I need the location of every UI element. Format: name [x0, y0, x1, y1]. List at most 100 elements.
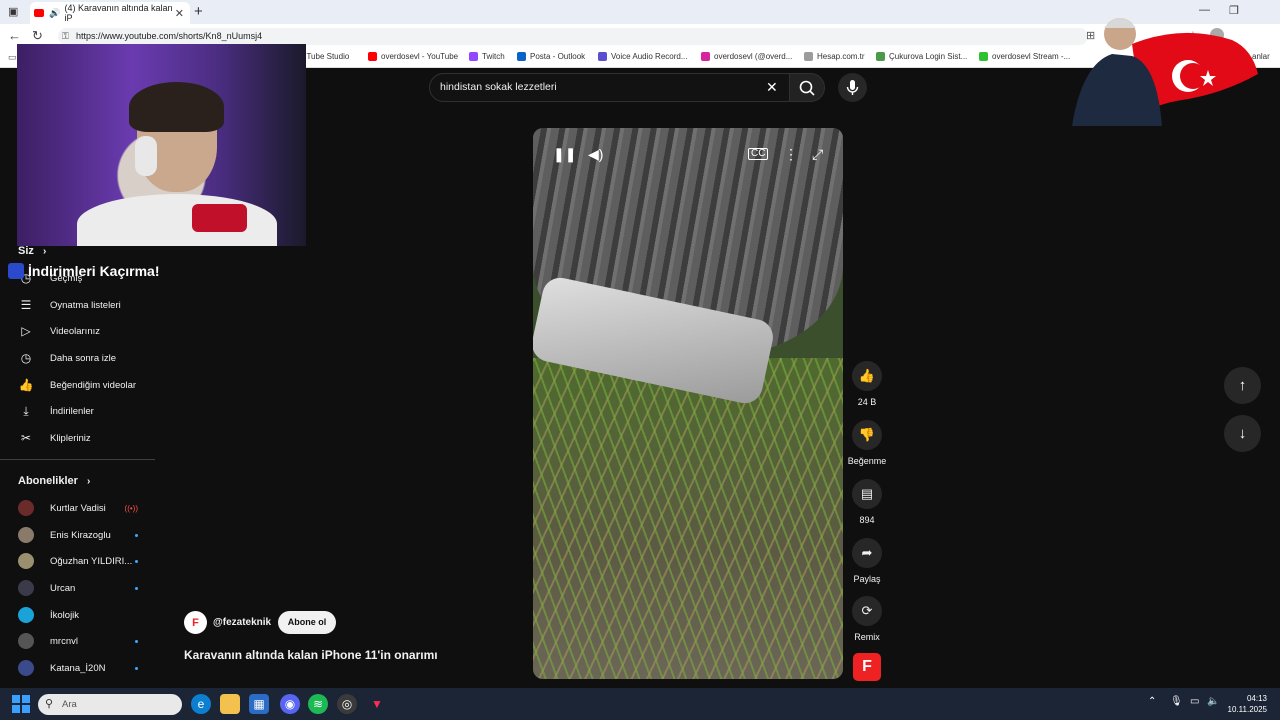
subscription-item[interactable]: Katana_İ20N	[18, 660, 138, 676]
search-input[interactable]: hindistan sokak lezzetleri	[429, 73, 790, 102]
banner-logo-icon	[8, 263, 24, 279]
arrow-down-icon: ↓	[1238, 425, 1247, 442]
like-count: 24 B	[857, 397, 877, 407]
fullscreen-icon[interactable]: ⤢	[812, 146, 823, 163]
liked-icon: 👍	[18, 378, 34, 392]
previous-video-button[interactable]: ↑	[1224, 367, 1261, 404]
search-button[interactable]	[789, 73, 825, 102]
dislike-label: Beğenme	[847, 456, 887, 466]
stream-banner: İndirimleri Kaçırma!	[8, 263, 160, 279]
channel-avatar[interactable]: F	[853, 653, 881, 681]
reload-icon[interactable]: ↻	[32, 28, 43, 44]
tray-mic-icon[interactable]: 🎙	[1170, 696, 1183, 707]
video-title[interactable]: Karavanın altında kalan iPhone 11'in ona…	[184, 648, 438, 662]
flag-overlay-image	[1062, 4, 1260, 126]
dislike-button[interactable]: 👎 Beğenme	[848, 420, 886, 466]
subscriptions-section-link[interactable]: Abonelikler ›	[18, 475, 90, 487]
captions-icon[interactable]: CC	[748, 148, 769, 160]
tray-expand-icon[interactable]: ⌃	[1148, 696, 1156, 707]
subscription-item[interactable]: mrcnvl	[18, 633, 138, 649]
clock-date: 10.11.2025	[1227, 705, 1267, 714]
edge-icon[interactable]: e	[191, 694, 211, 714]
sidebar-item-playlists[interactable]: ☰ Oynatma listeleri	[18, 297, 121, 313]
avatar	[18, 500, 34, 516]
file-explorer-icon[interactable]	[220, 694, 240, 714]
windows-start-icon[interactable]	[12, 695, 30, 713]
you-section-link[interactable]: Siz ›	[18, 245, 46, 257]
bookmarks-icon[interactable]: ▭	[8, 52, 17, 63]
tray-volume-icon[interactable]: 🔈	[1207, 696, 1219, 707]
webcam-person-shirt	[77, 194, 277, 246]
outlook-icon	[517, 52, 526, 61]
comments-button[interactable]: ▤ 894	[851, 479, 883, 525]
subscribe-button[interactable]: Abone ol	[278, 611, 336, 634]
store-icon[interactable]: ▦	[249, 694, 269, 714]
pause-icon[interactable]: ❚❚	[553, 146, 576, 163]
bookmark-outlook[interactable]: Posta - Outlook	[517, 52, 585, 61]
site-info-icon[interactable]: ⚿	[62, 31, 69, 42]
close-tab-icon[interactable]: ✕	[175, 7, 184, 20]
subscription-item[interactable]: Enis Kirazoglu	[18, 527, 138, 543]
bookmark-voice-recorder[interactable]: Voice Audio Record...	[598, 52, 688, 61]
like-button[interactable]: 👍 24 B	[851, 361, 883, 407]
speaker-icon[interactable]: 🔊	[49, 8, 60, 19]
arrow-up-icon: ↑	[1238, 377, 1247, 394]
hesap-icon	[804, 52, 813, 61]
bookmark-instagram[interactable]: overdosevl (@overd...	[701, 52, 792, 61]
url-field[interactable]: https://www.youtube.com/shorts/Kn8_nUums…	[58, 28, 1088, 45]
bookmark-hesap[interactable]: Hesap.com.tr	[804, 52, 865, 61]
subscription-item[interactable]: Oğuzhan YILDIRI...	[18, 553, 138, 569]
search-icon: ⚲	[45, 698, 54, 710]
clear-search-icon[interactable]: ✕	[766, 79, 778, 96]
share-label: Paylaş	[853, 574, 881, 584]
tab-active[interactable]: 🔊 (4) Karavanın altında kalan iP ✕	[30, 2, 190, 24]
bookmark-kick-stream[interactable]: overdosevl Stream -...	[979, 52, 1070, 61]
subscription-item[interactable]: Kurtlar Vadisi ((•))	[18, 500, 138, 516]
new-content-dot	[135, 666, 138, 670]
back-icon[interactable]: ←	[8, 28, 21, 43]
spotify-icon[interactable]: ≋	[308, 694, 328, 714]
shorts-video-player[interactable]	[533, 128, 843, 679]
cukurova-icon	[876, 52, 885, 61]
youtube-favicon-icon	[34, 9, 45, 17]
voice-search-button[interactable]	[838, 73, 867, 102]
subscription-item[interactable]: Urcan	[18, 580, 138, 596]
voice-recorder-icon	[598, 52, 607, 61]
tab-title: (4) Karavanın altında kalan iP	[64, 3, 173, 23]
sidebar-item-watch-later[interactable]: ◷ Daha sonra izle	[18, 350, 116, 366]
tab-menu-icon[interactable]: ▣	[8, 5, 18, 18]
sidebar-item-your-videos[interactable]: ▷ Videolarınız	[18, 323, 100, 339]
taskbar-search-input[interactable]: Ara	[38, 694, 182, 715]
playlist-icon: ☰	[20, 298, 32, 312]
valorant-icon[interactable]: ▼	[367, 694, 387, 714]
next-video-button[interactable]: ↓	[1224, 415, 1261, 452]
youtube-icon	[368, 52, 377, 61]
thumbs-down-icon: 👎	[852, 420, 882, 450]
discord-icon[interactable]: ◉	[280, 694, 300, 714]
remix-button[interactable]: ⟳ Remix	[851, 596, 883, 642]
channel-handle[interactable]: @fezateknik	[213, 617, 271, 628]
bookmark-yt-studio[interactable]: uTube Studio	[302, 52, 349, 61]
comment-count: 894	[859, 515, 875, 525]
obs-icon[interactable]: ◎	[337, 694, 357, 714]
avatar	[18, 660, 34, 676]
new-tab-button[interactable]: +	[194, 3, 203, 20]
volume-icon[interactable]: ◀)	[588, 146, 603, 163]
webcam-overlay	[17, 44, 306, 246]
bookmark-twitch[interactable]: Twitch	[469, 52, 505, 61]
webcam-microphone	[192, 204, 247, 232]
share-button[interactable]: ➦ Paylaş	[851, 538, 883, 584]
subscription-item[interactable]: İkolojik	[18, 607, 138, 623]
channel-logo[interactable]: F	[184, 611, 207, 634]
bookmark-overdosevl-youtube[interactable]: overdosevl - YouTube	[368, 52, 458, 61]
sidebar-item-liked[interactable]: 👍 Beğendiğim videolar	[18, 377, 137, 393]
sidebar-item-downloads[interactable]: ⤓ İndirilenler	[18, 403, 93, 419]
webcam-headphones	[135, 136, 157, 176]
taskbar-clock[interactable]: 04:13 10.11.2025	[1225, 693, 1267, 715]
sidebar-item-clips[interactable]: ✂ Klipleriniz	[18, 430, 91, 446]
thumbs-up-icon: 👍	[852, 361, 882, 391]
tray-network-icon[interactable]: ▭	[1190, 696, 1199, 707]
bookmark-cukurova[interactable]: Çukurova Login Sist...	[876, 52, 967, 61]
avatar	[18, 633, 34, 649]
more-options-icon[interactable]: ⋮	[784, 146, 798, 163]
